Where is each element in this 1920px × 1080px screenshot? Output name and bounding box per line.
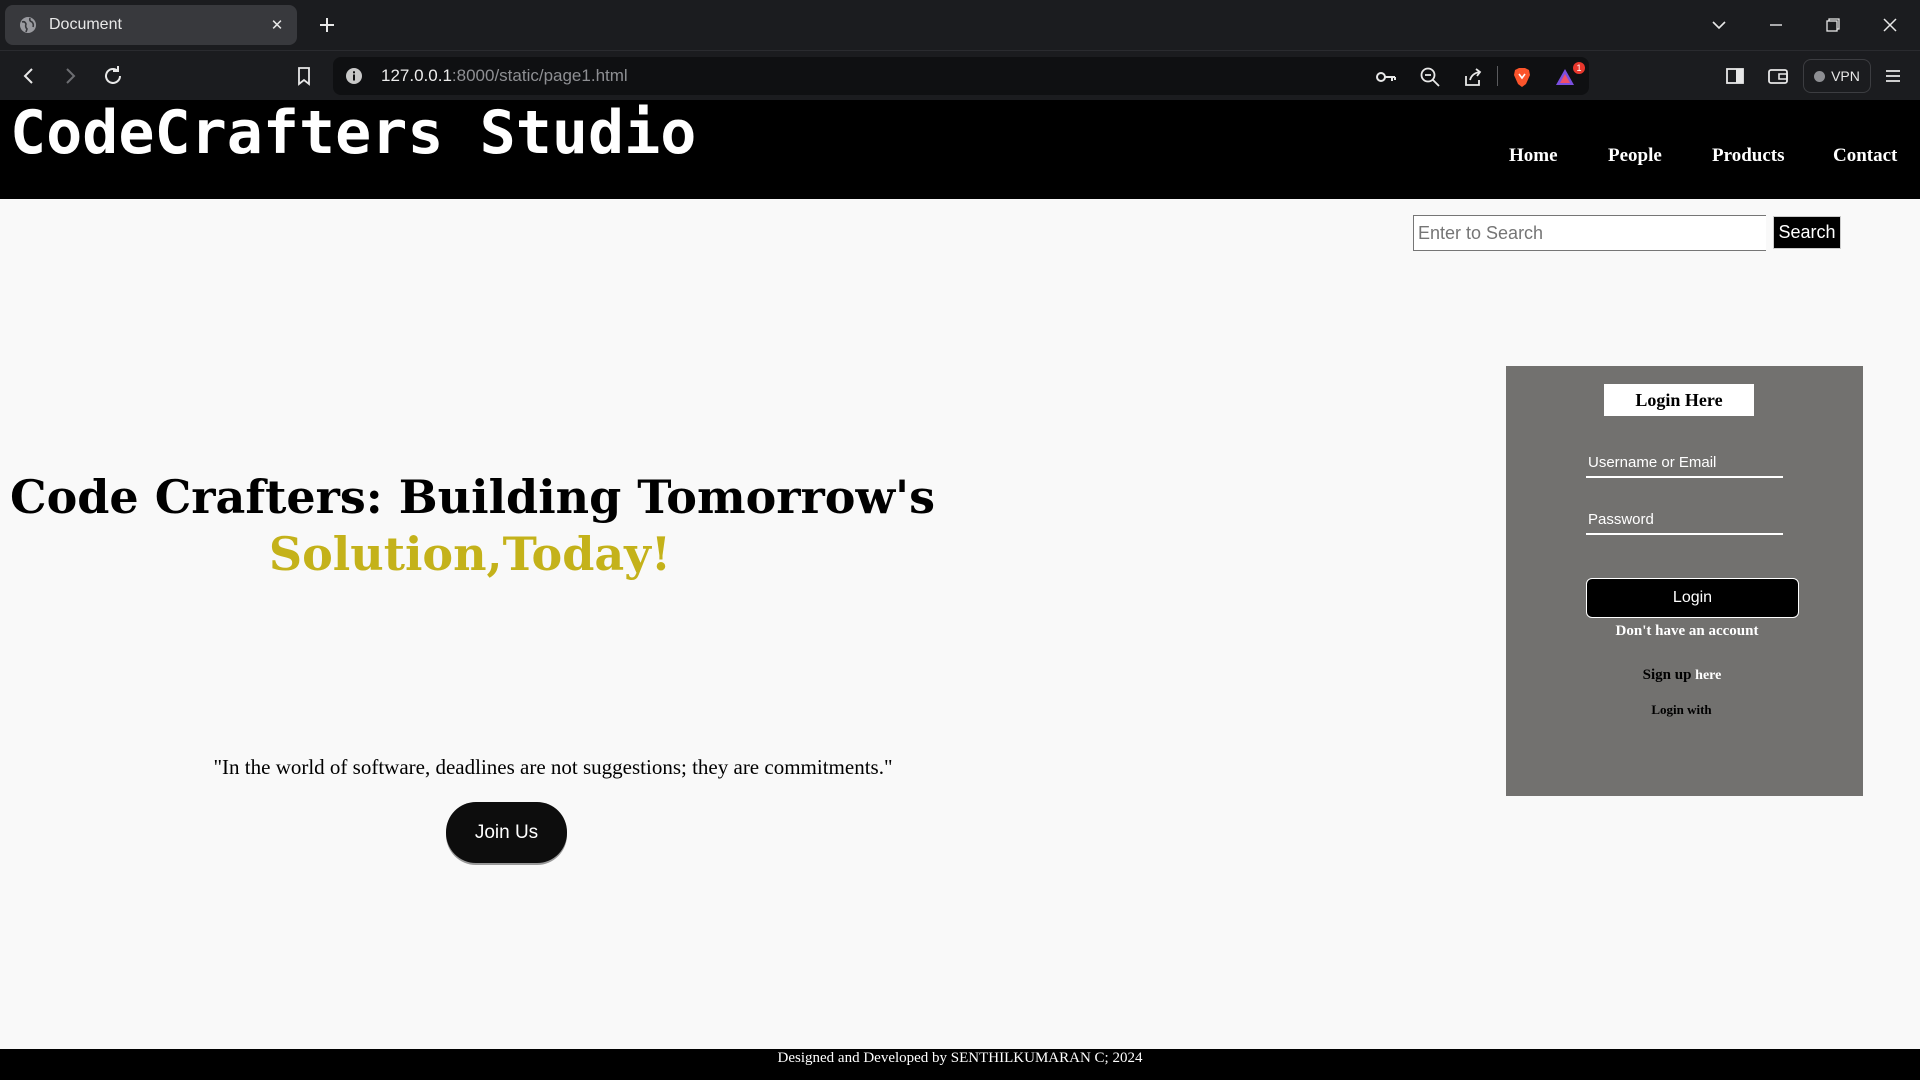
no-account-text: Don't have an account xyxy=(1615,623,1759,639)
nav-products[interactable]: Products xyxy=(1712,145,1784,167)
zoom-out-icon[interactable] xyxy=(1419,66,1441,88)
url-host: 127.0.0.1 xyxy=(381,66,452,85)
brave-shield-icon[interactable] xyxy=(1511,66,1533,88)
hero-subheading: Solution,Today! xyxy=(268,527,672,581)
restore-icon[interactable] xyxy=(1820,12,1846,38)
vpn-button[interactable]: VPN xyxy=(1803,59,1871,93)
tab-title: Document xyxy=(49,16,122,33)
wallet-icon[interactable] xyxy=(1764,62,1792,90)
password-field[interactable] xyxy=(1586,505,1783,535)
username-field[interactable] xyxy=(1586,448,1783,478)
signup-link[interactable]: here xyxy=(1695,668,1721,683)
key-icon[interactable] xyxy=(1375,66,1397,88)
close-icon[interactable]: ✕ xyxy=(267,15,287,35)
toolbar-separator xyxy=(1497,66,1498,86)
signup-line: Sign up here xyxy=(1506,667,1858,684)
login-title: Login Here xyxy=(1604,384,1754,416)
search-button[interactable]: Search xyxy=(1773,216,1841,249)
join-us-button[interactable]: Join Us xyxy=(446,802,567,863)
plus-icon[interactable] xyxy=(314,12,340,38)
url-text[interactable]: 127.0.0.1:8000/static/page1.html xyxy=(381,66,628,86)
web-page: CodeCrafters Studio Home People Products… xyxy=(0,100,1920,1080)
notification-badge: 1 xyxy=(1573,62,1585,74)
minimize-icon[interactable] xyxy=(1763,12,1789,38)
chevron-down-icon[interactable] xyxy=(1706,12,1732,38)
sidebar-icon[interactable] xyxy=(1721,62,1749,90)
search-input[interactable] xyxy=(1413,215,1766,251)
nav-contact[interactable]: Contact xyxy=(1833,145,1897,167)
nav-home[interactable]: Home xyxy=(1509,145,1558,167)
browser-tab[interactable]: Document ✕ xyxy=(5,5,297,45)
menu-icon[interactable] xyxy=(1879,62,1907,90)
nav-people[interactable]: People xyxy=(1608,145,1662,167)
back-icon[interactable] xyxy=(15,62,43,90)
notification-count: 1 xyxy=(1576,63,1581,73)
address-bar-row: 127.0.0.1:8000/static/page1.html 1 VPN xyxy=(0,50,1920,100)
globe-icon xyxy=(20,17,36,33)
info-icon[interactable] xyxy=(345,67,363,85)
site-header: CodeCrafters Studio Home People Products… xyxy=(0,100,1920,199)
login-button[interactable]: Login xyxy=(1586,578,1799,618)
signup-label: Sign up xyxy=(1642,667,1692,683)
vpn-status-icon xyxy=(1814,70,1826,82)
site-footer: Designed and Developed by SENTHILKUMARAN… xyxy=(0,1049,1920,1080)
login-panel: Login Here Login Don't have an account S… xyxy=(1506,366,1863,796)
login-with-text: Login with xyxy=(1651,702,1712,717)
brand-title: CodeCrafters Studio xyxy=(10,98,697,168)
vpn-label: VPN xyxy=(1831,68,1860,84)
reload-icon[interactable] xyxy=(99,62,127,90)
hero-heading: Code Crafters: Building Tomorrow's xyxy=(9,470,936,524)
close-window-icon[interactable] xyxy=(1877,12,1903,38)
bookmark-icon[interactable] xyxy=(290,62,318,90)
url-path: :8000/static/page1.html xyxy=(451,66,628,85)
quote-text: "In the world of software, deadlines are… xyxy=(213,755,893,779)
browser-tab-bar: Document ✕ xyxy=(0,0,1920,50)
forward-icon[interactable] xyxy=(56,62,84,90)
share-icon[interactable] xyxy=(1462,66,1484,88)
omnibox[interactable]: 127.0.0.1:8000/static/page1.html 1 xyxy=(333,57,1589,95)
